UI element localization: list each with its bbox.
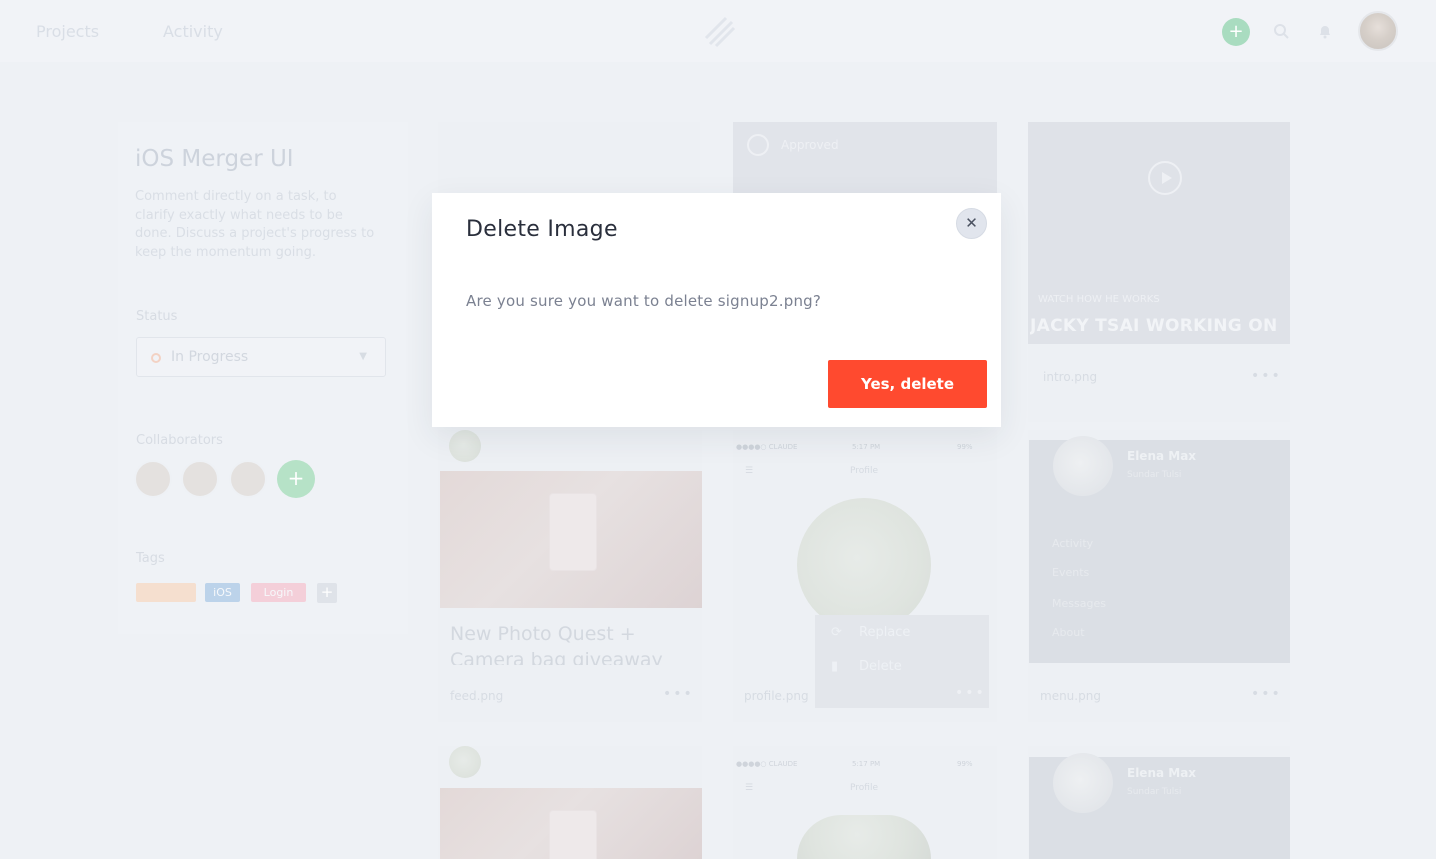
menu-item: Messages — [1052, 597, 1106, 610]
card-filename: intro.png — [1043, 370, 1098, 384]
delete-image-dialog: Delete Image ✕ Are you sure you want to … — [432, 193, 1001, 427]
collaborators-label: Collaborators — [136, 433, 223, 448]
trash-icon: ▮ — [831, 659, 839, 674]
profile-image — [797, 498, 931, 632]
tag[interactable]: iOS — [205, 583, 240, 602]
more-icon[interactable]: ••• — [663, 686, 694, 702]
dialog-message: Are you sure you want to delete signup2.… — [466, 292, 822, 310]
feed-photo — [440, 788, 702, 859]
feed-avatar — [449, 746, 481, 778]
tag[interactable] — [136, 583, 196, 602]
phone-carrier: ●●●●○ CLAUDE — [736, 443, 798, 451]
profile-image — [797, 815, 931, 859]
card-filename: menu.png — [1040, 689, 1101, 703]
elena-avatar — [1053, 436, 1113, 496]
replace-icon: ⟳ — [831, 625, 842, 640]
phone-battery: 99% — [957, 760, 973, 768]
nav-projects[interactable]: Projects — [36, 22, 99, 41]
elena-avatar — [1053, 753, 1113, 813]
feed-avatar — [449, 430, 481, 462]
top-bar: Projects Activity + — [0, 0, 1436, 62]
approved-check-icon[interactable] — [747, 134, 769, 156]
status-value: In Progress — [171, 349, 249, 365]
more-icon[interactable]: ••• — [1251, 368, 1282, 384]
add-button[interactable]: + — [1222, 18, 1250, 46]
phone-battery: 99% — [957, 443, 973, 451]
elena-name: Elena Max — [1127, 766, 1197, 780]
status-dropdown[interactable]: In Progress ▼ — [136, 337, 386, 377]
tag[interactable]: Login — [251, 583, 306, 602]
add-tag-button[interactable]: + — [317, 583, 337, 603]
phone-screen-title: Profile — [850, 466, 878, 476]
video-thumbnail — [1028, 122, 1290, 344]
card-filename: profile.png — [744, 689, 809, 703]
project-title: iOS Merger UI — [135, 146, 294, 172]
feed-post-title: New Photo Quest + Camera bag giveaway — [450, 623, 663, 665]
elena-location: Sundar Tulsi — [1127, 470, 1182, 480]
close-icon[interactable]: ✕ — [956, 208, 987, 239]
status-indicator-icon — [151, 353, 161, 363]
chevron-down-icon: ▼ — [359, 351, 367, 362]
menu-item: Events — [1052, 566, 1090, 579]
approved-label: Approved — [781, 138, 839, 152]
phone-image — [549, 810, 597, 859]
phone-time: 5:17 PM — [852, 443, 881, 451]
card-filename: feed.png — [450, 689, 504, 703]
more-icon[interactable]: ••• — [955, 685, 986, 701]
menu-item-replace[interactable]: Replace — [859, 625, 910, 640]
user-avatar[interactable] — [1358, 11, 1398, 51]
tags-label: Tags — [136, 551, 165, 566]
more-icon[interactable]: ••• — [1251, 686, 1282, 702]
elena-location: Sundar Tulsi — [1127, 787, 1182, 797]
feed-photo — [440, 471, 702, 608]
collaborator-avatar[interactable] — [181, 460, 219, 498]
video-title: JACKY TSAI WORKING ON — [1030, 316, 1278, 336]
search-icon[interactable] — [1273, 23, 1289, 39]
phone-time: 5:17 PM — [852, 760, 881, 768]
video-caption: WATCH HOW HE WORKS — [1038, 294, 1160, 305]
confirm-delete-button[interactable]: Yes, delete — [828, 360, 987, 408]
context-menu: ⟳ Replace ▮ Delete ••• — [815, 615, 989, 708]
nav-activity[interactable]: Activity — [163, 22, 223, 41]
logo-icon — [704, 16, 736, 48]
hamburger-icon: ☰ — [745, 783, 754, 793]
play-icon[interactable] — [1148, 161, 1182, 195]
project-description: Comment directly on a task, to clarify e… — [135, 189, 375, 260]
collaborator-avatar[interactable] — [229, 460, 267, 498]
collaborator-avatar[interactable] — [134, 460, 172, 498]
menu-item: About — [1052, 626, 1085, 639]
phone-carrier: ●●●●○ CLAUDE — [736, 760, 798, 768]
menu-item-delete[interactable]: Delete — [859, 659, 902, 674]
bell-icon[interactable] — [1317, 23, 1333, 39]
background: Projects Activity + iOS Merger UI Commen… — [0, 0, 1436, 859]
status-label: Status — [136, 309, 178, 324]
dialog-title: Delete Image — [466, 217, 618, 242]
phone-screen-title: Profile — [850, 783, 878, 793]
hamburger-icon: ☰ — [745, 466, 754, 476]
phone-image — [549, 493, 597, 571]
add-collaborator-button[interactable]: + — [277, 460, 315, 498]
menu-item: Activity — [1052, 537, 1094, 550]
elena-name: Elena Max — [1127, 449, 1197, 463]
card-thumbnail — [733, 122, 997, 194]
